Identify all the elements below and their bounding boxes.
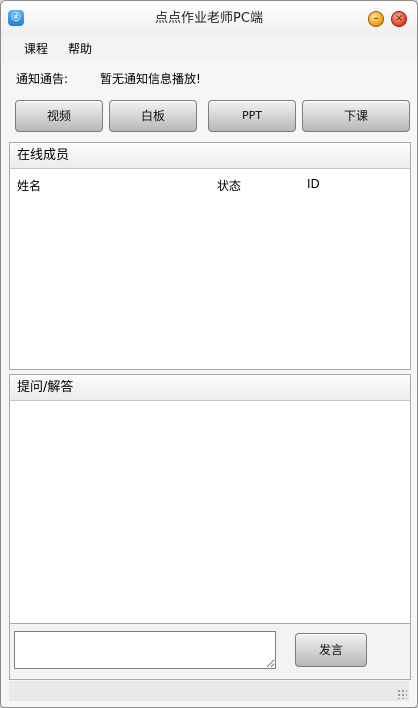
message-composer: 发言 [9,623,411,680]
column-header-id: ID [307,177,320,191]
minimize-button[interactable]: – [368,11,384,27]
resize-grip-icon[interactable] [397,689,407,699]
close-icon: × [394,13,404,24]
online-members-title: 在线成员 [10,143,410,169]
notice-bar: 通知通告: 暂无通知信息播放! [1,62,417,94]
qa-title: 提问/解答 [10,375,410,401]
qa-content-area[interactable] [10,402,410,623]
message-input[interactable] [14,631,276,669]
status-bar [9,681,409,701]
end-class-button[interactable]: 下课 [302,100,410,132]
qa-panel: 提问/解答 [9,374,411,624]
video-button[interactable]: 视频 [15,100,103,132]
online-members-panel: 在线成员 姓名 状态 ID [9,142,411,370]
menu-item-help[interactable]: 帮助 [64,36,96,62]
window-title: 点点作业老师PC端 [155,11,263,26]
menu-item-course[interactable]: 课程 [20,36,52,62]
minimize-icon: – [373,13,379,24]
send-button[interactable]: 发言 [295,633,367,667]
column-header-status: 状态 [217,179,242,193]
app-window: ⓓ 点点作业老师PC端 – × 课程 帮助 通知通告: 暂无通知信息播放! 视频… [0,0,418,708]
whiteboard-button[interactable]: 白板 [109,100,197,132]
close-button[interactable]: × [391,11,407,27]
notice-label: 通知通告: [16,72,69,86]
notice-text: 暂无通知信息播放! [100,72,201,86]
ppt-button[interactable]: PPT [208,100,296,132]
column-header-name: 姓名 [17,179,42,193]
title-bar[interactable]: ⓓ 点点作业老师PC端 – × [1,1,417,36]
menu-bar: 课程 帮助 [1,36,417,62]
